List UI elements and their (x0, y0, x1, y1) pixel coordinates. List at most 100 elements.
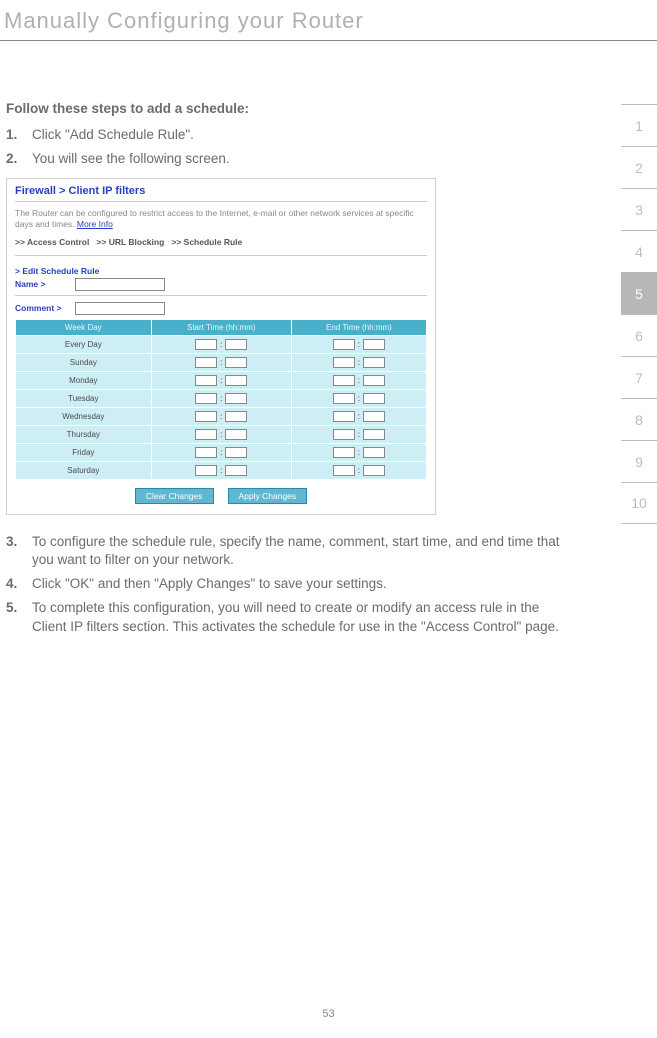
scr-button-row: Clear Changes Apply Changes (7, 482, 435, 504)
section-tabs: 1 2 3 4 5 6 7 8 9 10 (621, 104, 657, 524)
tab-7[interactable]: 7 (621, 356, 657, 398)
col-end-time: End Time (hh:mm) (291, 319, 426, 335)
start-time-cell: : (151, 461, 291, 479)
scr-desc-text: The Router can be configured to restrict… (15, 208, 414, 228)
end-hour-input[interactable] (333, 393, 355, 404)
scr-subnav: >> Access Control >> URL Blocking >> Sch… (7, 231, 435, 253)
start-hour-input[interactable] (195, 447, 217, 458)
name-input[interactable] (75, 278, 165, 291)
schedule-table: Week Day Start Time (hh:mm) End Time (hh… (15, 319, 427, 480)
end-min-input[interactable] (363, 447, 385, 458)
table-row: Tuesday:: (16, 389, 427, 407)
time-separator: : (358, 358, 360, 367)
end-hour-input[interactable] (333, 447, 355, 458)
step-2: 2. You will see the following screen. (6, 150, 570, 168)
tab-2[interactable]: 2 (621, 146, 657, 188)
end-time-cell: : (291, 461, 426, 479)
start-min-input[interactable] (225, 465, 247, 476)
end-time-cell: : (291, 407, 426, 425)
time-separator: : (358, 376, 360, 385)
clear-changes-button[interactable]: Clear Changes (135, 488, 214, 504)
col-start-time: Start Time (hh:mm) (151, 319, 291, 335)
end-min-input[interactable] (363, 393, 385, 404)
comment-input[interactable] (75, 302, 165, 315)
day-cell: Thursday (16, 425, 152, 443)
tab-3[interactable]: 3 (621, 188, 657, 230)
nav-schedule-rule[interactable]: >> Schedule Rule (171, 237, 242, 247)
end-hour-input[interactable] (333, 339, 355, 350)
time-separator: : (358, 430, 360, 439)
end-min-input[interactable] (363, 339, 385, 350)
start-hour-input[interactable] (195, 411, 217, 422)
end-hour-input[interactable] (333, 465, 355, 476)
tab-9[interactable]: 9 (621, 440, 657, 482)
scr-divider (15, 295, 427, 296)
table-row: Saturday:: (16, 461, 427, 479)
time-separator: : (220, 448, 222, 457)
start-hour-input[interactable] (195, 375, 217, 386)
start-min-input[interactable] (225, 447, 247, 458)
tab-1[interactable]: 1 (621, 104, 657, 146)
tab-4[interactable]: 4 (621, 230, 657, 272)
end-hour-input[interactable] (333, 357, 355, 368)
tab-8[interactable]: 8 (621, 398, 657, 440)
step-text: To configure the schedule rule, specify … (32, 533, 570, 569)
day-cell: Monday (16, 371, 152, 389)
schedule-table-wrap: Week Day Start Time (hh:mm) End Time (hh… (7, 317, 435, 482)
start-hour-input[interactable] (195, 393, 217, 404)
step-text: You will see the following screen. (32, 150, 570, 168)
time-separator: : (358, 466, 360, 475)
embedded-screenshot: Firewall > Client IP filters The Router … (6, 178, 436, 514)
step-3: 3. To configure the schedule rule, speci… (6, 533, 570, 569)
step-4: 4. Click "OK" and then "Apply Changes" t… (6, 575, 570, 593)
end-min-input[interactable] (363, 357, 385, 368)
start-hour-input[interactable] (195, 357, 217, 368)
end-hour-input[interactable] (333, 429, 355, 440)
time-separator: : (220, 430, 222, 439)
end-min-input[interactable] (363, 429, 385, 440)
step-number: 3. (6, 533, 32, 569)
start-time-cell: : (151, 443, 291, 461)
step-1: 1. Click "Add Schedule Rule". (6, 126, 570, 144)
tab-10[interactable]: 10 (621, 482, 657, 524)
start-hour-input[interactable] (195, 465, 217, 476)
end-hour-input[interactable] (333, 375, 355, 386)
nav-access-control[interactable]: >> Access Control (15, 237, 89, 247)
end-min-input[interactable] (363, 465, 385, 476)
time-separator: : (220, 376, 222, 385)
time-separator: : (358, 394, 360, 403)
nav-url-blocking[interactable]: >> URL Blocking (96, 237, 164, 247)
start-hour-input[interactable] (195, 339, 217, 350)
more-info-link[interactable]: More Info (77, 219, 113, 229)
start-min-input[interactable] (225, 339, 247, 350)
step-text: To complete this configuration, you will… (32, 599, 570, 635)
title-divider (0, 40, 657, 41)
start-min-input[interactable] (225, 357, 247, 368)
step-text: Click "Add Schedule Rule". (32, 126, 570, 144)
tab-6[interactable]: 6 (621, 314, 657, 356)
scr-divider (15, 255, 427, 256)
main-content: Follow these steps to add a schedule: 1.… (0, 101, 580, 636)
tab-5[interactable]: 5 (621, 272, 657, 314)
name-label: Name > (15, 279, 69, 289)
end-min-input[interactable] (363, 411, 385, 422)
day-cell: Saturday (16, 461, 152, 479)
end-time-cell: : (291, 425, 426, 443)
apply-changes-button[interactable]: Apply Changes (228, 488, 308, 504)
start-min-input[interactable] (225, 429, 247, 440)
step-number: 5. (6, 599, 32, 635)
start-min-input[interactable] (225, 411, 247, 422)
start-min-input[interactable] (225, 393, 247, 404)
start-time-cell: : (151, 425, 291, 443)
table-row: Thursday:: (16, 425, 427, 443)
scr-description: The Router can be configured to restrict… (7, 206, 435, 230)
start-min-input[interactable] (225, 375, 247, 386)
table-row: Monday:: (16, 371, 427, 389)
day-cell: Tuesday (16, 389, 152, 407)
time-separator: : (220, 466, 222, 475)
day-cell: Friday (16, 443, 152, 461)
end-hour-input[interactable] (333, 411, 355, 422)
end-min-input[interactable] (363, 375, 385, 386)
start-time-cell: : (151, 353, 291, 371)
start-hour-input[interactable] (195, 429, 217, 440)
